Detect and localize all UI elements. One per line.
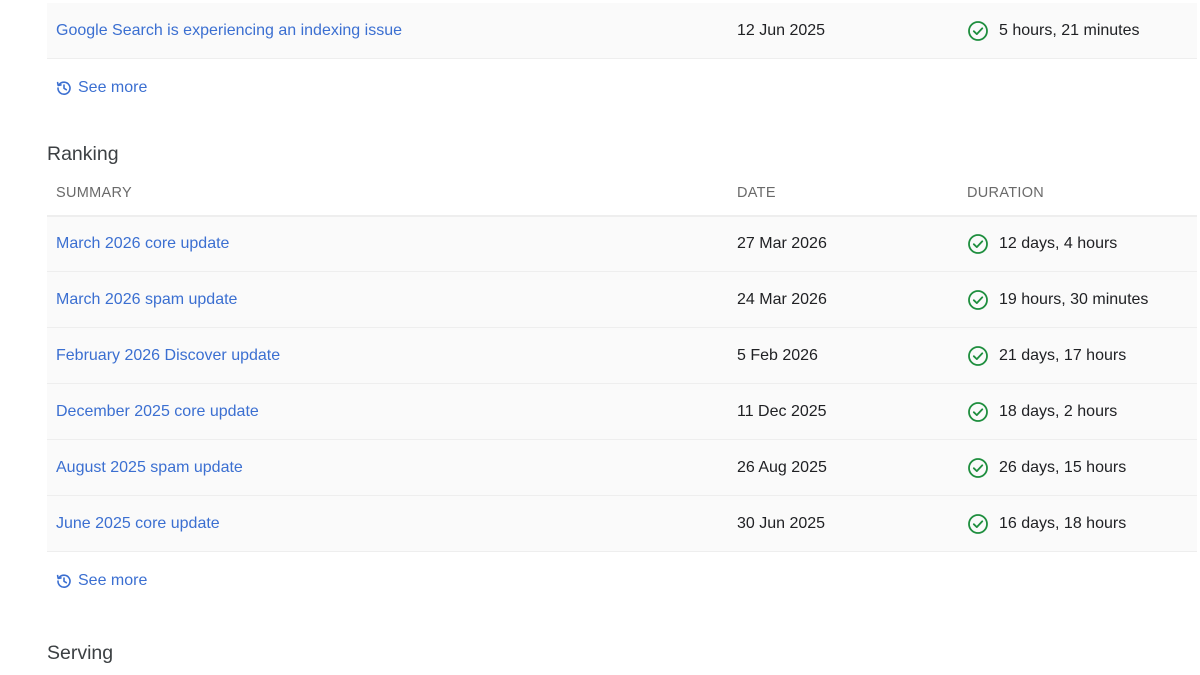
history-icon — [56, 80, 72, 96]
check-circle-icon — [967, 457, 989, 479]
history-icon — [56, 573, 72, 589]
incident-link[interactable]: Google Search is experiencing an indexin… — [56, 22, 402, 39]
duration-text: 21 days, 17 hours — [999, 346, 1127, 364]
duration-cell: 16 days, 18 hours — [967, 513, 1126, 535]
duration-cell: 12 days, 4 hours — [967, 233, 1117, 255]
duration-text: 12 days, 4 hours — [999, 235, 1118, 252]
see-more-link-ranking[interactable]: See more — [47, 552, 1197, 610]
summary-cell: March 2026 spam update — [47, 291, 737, 309]
see-more-link-indexing[interactable]: See more — [47, 59, 1197, 117]
summary-cell: June 2025 core update — [47, 515, 737, 533]
summary-cell: December 2025 core update — [47, 403, 737, 421]
table-row: June 2025 core update 30 Jun 2025 16 day… — [47, 496, 1197, 552]
check-circle-icon — [967, 20, 989, 42]
incident-link[interactable]: June 2025 core update — [56, 515, 220, 532]
duration-text: 18 days, 2 hours — [999, 402, 1118, 420]
table-row: February 2026 Discover update 5 Feb 2026… — [47, 328, 1197, 384]
duration-cell: 21 days, 17 hours — [967, 345, 1126, 367]
incident-link[interactable]: March 2026 core update — [56, 235, 229, 252]
summary-cell: February 2026 Discover update — [47, 347, 737, 365]
date-cell: 12 Jun 2025 — [737, 21, 826, 39]
column-header-summary: SUMMARY — [56, 184, 132, 201]
duration-text: 26 days, 15 hours — [999, 458, 1127, 476]
date-cell: 11 Dec 2025 — [737, 402, 827, 420]
duration-cell: 18 days, 2 hours — [967, 401, 1117, 423]
table-row: March 2026 core update 27 Mar 2026 12 da… — [47, 216, 1197, 272]
summary-cell: Google Search is experiencing an indexin… — [47, 22, 737, 40]
see-more-label: See more — [78, 572, 148, 589]
date-cell: 27 Mar 2026 — [737, 235, 827, 252]
table-row: August 2025 spam update 26 Aug 2025 26 d… — [47, 440, 1197, 496]
check-circle-icon — [967, 401, 989, 423]
check-circle-icon — [967, 289, 989, 311]
duration-cell: 26 days, 15 hours — [967, 457, 1126, 479]
table-row: March 2026 spam update 24 Mar 2026 19 ho… — [47, 272, 1197, 328]
date-cell: 26 Aug 2025 — [737, 458, 827, 476]
incident-link[interactable]: February 2026 Discover update — [56, 347, 280, 364]
date-cell: 24 Mar 2026 — [737, 290, 827, 308]
section-title-serving: Serving — [47, 642, 114, 664]
duration-text: 16 days, 18 hours — [999, 514, 1127, 532]
section-title-ranking: Ranking — [47, 143, 119, 165]
table-row: Google Search is experiencing an indexin… — [47, 3, 1197, 59]
date-cell: 30 Jun 2025 — [737, 514, 826, 532]
incident-link[interactable]: August 2025 spam update — [56, 459, 243, 476]
check-circle-icon — [967, 345, 989, 367]
indexing-table: Google Search is experiencing an indexin… — [47, 3, 1197, 117]
summary-cell: August 2025 spam update — [47, 459, 737, 477]
date-cell: 5 Feb 2026 — [737, 346, 818, 364]
check-circle-icon — [967, 233, 989, 255]
duration-text: 5 hours, 21 minutes — [999, 21, 1140, 39]
table-header: SUMMARY DATE DURATION — [47, 170, 1197, 216]
incident-link[interactable]: March 2026 spam update — [56, 291, 237, 308]
table-row: December 2025 core update 11 Dec 2025 18… — [47, 384, 1197, 440]
duration-text: 19 hours, 30 minutes — [999, 290, 1149, 308]
see-more-label: See more — [78, 79, 148, 96]
ranking-table: SUMMARY DATE DURATION March 2026 core up… — [47, 170, 1197, 610]
check-circle-icon — [967, 513, 989, 535]
incident-link[interactable]: December 2025 core update — [56, 403, 259, 420]
column-header-duration: DURATION — [967, 184, 1045, 201]
summary-cell: March 2026 core update — [47, 235, 737, 253]
column-header-date: DATE — [737, 184, 776, 201]
incident-history-page: Google Search is experiencing an indexin… — [0, 0, 1200, 675]
duration-cell: 19 hours, 30 minutes — [967, 289, 1148, 311]
duration-cell: 5 hours, 21 minutes — [967, 20, 1140, 42]
